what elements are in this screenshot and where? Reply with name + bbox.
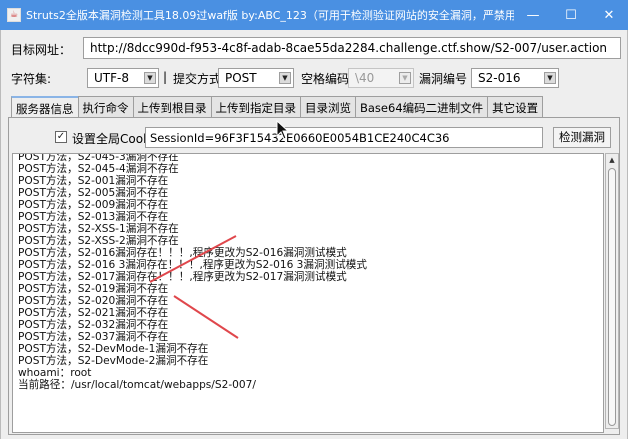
cookie-row: ✓ 设置全局Cookie值 SessionId=96F3F15432E0660E… [55, 127, 620, 149]
target-url-label: 目标网址： [11, 42, 72, 57]
output-line: POST方法，S2-016 3漏洞存在！！！,程序更改为S2-016 3漏洞测试… [18, 259, 367, 271]
chevron-down-icon: ▼ [144, 72, 156, 84]
options-row: 字符集: UTF-8 ▼ | 提交方式: POST ▼ 空格编码 \40 ▼ 漏… [11, 68, 621, 90]
cookie-input[interactable]: SessionId=96F3F15432E0660E0054B1CE240C4C… [145, 127, 543, 148]
space-encoding-select: \40 ▼ [348, 68, 414, 88]
java-app-icon: ☕ [7, 8, 21, 22]
mouse-cursor-icon [276, 120, 290, 140]
space-encoding-value: \40 [355, 71, 375, 85]
cookie-checkbox[interactable]: ✓ [55, 131, 67, 143]
output-line: POST方法，S2-DevMode-1漏洞不存在 [18, 343, 209, 355]
output-line: POST方法，S2-001漏洞不存在 [18, 175, 169, 187]
output-line: POST方法，S2-XSS-2漏洞不存在 [18, 235, 179, 247]
output-line: POST方法，S2-020漏洞不存在 [18, 295, 169, 307]
method-select[interactable]: POST ▼ [218, 68, 294, 88]
detect-vuln-button[interactable]: 检测漏洞 [553, 127, 611, 148]
output-line: POST方法，S2-045-4漏洞不存在 [18, 163, 179, 175]
tab-exec-command[interactable]: 执行命令 [77, 96, 134, 118]
tab-upload-root[interactable]: 上传到根目录 [132, 96, 212, 118]
vuln-id-label: 漏洞编号 [419, 72, 468, 86]
charset-value: UTF-8 [94, 71, 129, 85]
output-line: POST方法，S2-XSS-1漏洞不存在 [18, 223, 179, 235]
target-url-row: 目标网址： http://8dcc990d-f953-4c8f-adab-8ca… [11, 37, 621, 61]
scroll-thumb[interactable] [608, 168, 616, 426]
maximize-button[interactable]: ☐ [552, 0, 590, 30]
output-line: POST方法，S2-021漏洞不存在 [18, 307, 169, 319]
output-line: POST方法，S2-013漏洞不存在 [18, 211, 169, 223]
tab-server-info[interactable]: 服务器信息 [11, 96, 79, 119]
output-line: 当前路径：/usr/local/tomcat/webapps/S2-007/ [18, 379, 256, 391]
space-encoding-label: 空格编码 [301, 72, 350, 86]
minimize-button[interactable]: — [514, 0, 552, 30]
output-line: POST方法，S2-045-3漏洞不存在 [18, 153, 179, 163]
output-textarea[interactable]: POST方法，S2-045-3漏洞不存在 POST方法，S2-045-4漏洞不存… [12, 153, 604, 433]
output-line: POST方法，S2-037漏洞不存在 [18, 331, 169, 343]
charset-label: 字符集: [11, 72, 52, 86]
tab-upload-dir[interactable]: 上传到指定目录 [210, 96, 301, 118]
output-scrollbar[interactable]: ▲ [605, 153, 619, 429]
output-line: POST方法，S2-019漏洞不存在 [18, 283, 169, 295]
method-value: POST [225, 71, 257, 85]
separator-bar: | [163, 70, 168, 84]
target-url-input[interactable]: http://8dcc990d-f953-4c8f-adab-8cae55da2… [83, 37, 621, 59]
output-line: POST方法，S2-DevMode-2漏洞不存在 [18, 355, 209, 367]
chevron-down-icon: ▼ [544, 72, 556, 84]
output-line: POST方法，S2-005漏洞不存在 [18, 187, 169, 199]
title-bar: ☕ Struts2全版本漏洞检测工具18.09过waf版 by:ABC_123（… [0, 0, 628, 30]
output-line: whoami：root [18, 367, 92, 379]
tab-dir-browse[interactable]: 目录浏览 [300, 96, 356, 118]
scroll-up-icon[interactable]: ▲ [606, 154, 618, 166]
output-line: POST方法，S2-032漏洞不存在 [18, 319, 169, 331]
chevron-down-icon: ▼ [279, 72, 291, 84]
tab-bar: 服务器信息 执行命令 上传到根目录 上传到指定目录 目录浏览 Base64编码二… [11, 96, 544, 119]
tab-other-settings[interactable]: 其它设置 [487, 96, 544, 118]
close-button[interactable]: ✕ [590, 0, 628, 30]
output-line: POST方法，S2-017漏洞存在！！！,程序更改为S2-017漏洞测试模式 [18, 271, 347, 283]
window-title: Struts2全版本漏洞检测工具18.09过waf版 by:ABC_123（可用… [26, 9, 514, 22]
vuln-id-select[interactable]: S2-016 ▼ [471, 68, 559, 88]
output-line: POST方法，S2-016漏洞存在！！！,程序更改为S2-016漏洞测试模式 [18, 247, 347, 259]
vuln-id-value: S2-016 [478, 71, 521, 85]
charset-select[interactable]: UTF-8 ▼ [87, 68, 159, 88]
output-line: POST方法，S2-009漏洞不存在 [18, 199, 169, 211]
chevron-down-icon: ▼ [399, 72, 411, 84]
tab-base64[interactable]: Base64编码二进制文件 [355, 96, 489, 118]
